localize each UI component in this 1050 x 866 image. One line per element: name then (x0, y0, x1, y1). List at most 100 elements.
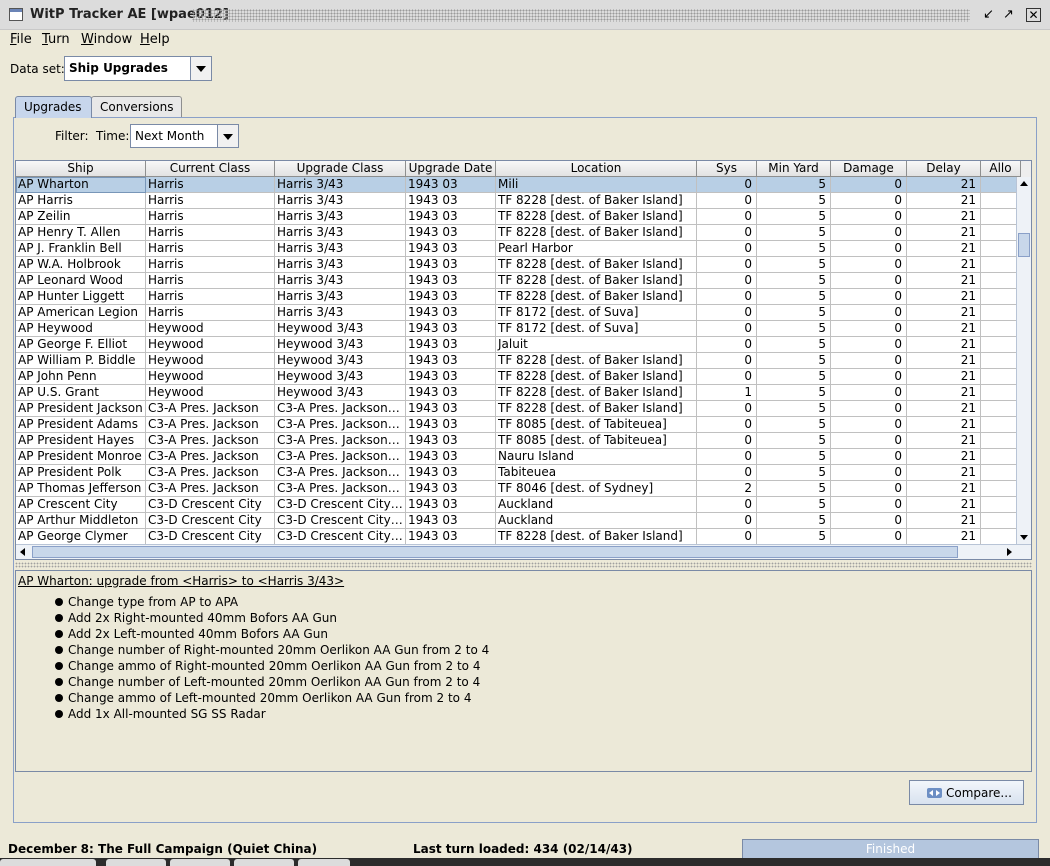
table-cell[interactable]: C3-A Pres. Jackson (146, 417, 275, 433)
table-cell[interactable]: AP John Penn (16, 369, 146, 385)
column-header[interactable]: Current Class (146, 161, 275, 177)
table-cell[interactable]: 21 (907, 449, 981, 465)
table-cell[interactable]: 21 (907, 193, 981, 209)
table-cell[interactable]: 1943 03 (406, 417, 496, 433)
table-cell[interactable]: Nauru Island (496, 449, 697, 465)
table-cell[interactable]: AP President Hayes (16, 433, 146, 449)
table-cell[interactable]: AP President Polk (16, 465, 146, 481)
table-cell[interactable]: 0 (697, 465, 757, 481)
table-cell[interactable] (981, 289, 1018, 305)
taskbar-button[interactable] (298, 859, 350, 866)
table-cell[interactable]: 1943 03 (406, 257, 496, 273)
table-cell[interactable]: 1943 03 (406, 289, 496, 305)
column-header[interactable]: Location (496, 161, 697, 177)
table-cell[interactable]: TF 8228 [dest. of Baker Island] (496, 369, 697, 385)
horizontal-scroll-thumb[interactable] (32, 546, 958, 558)
table-cell[interactable]: AP Hunter Liggett (16, 289, 146, 305)
table-cell[interactable]: 0 (697, 225, 757, 241)
table-cell[interactable]: C3-A Pres. Jackson 3... (275, 401, 406, 417)
table-cell[interactable]: 21 (907, 321, 981, 337)
chevron-down-icon[interactable] (190, 57, 211, 80)
table-cell[interactable]: Harris (146, 225, 275, 241)
table-cell[interactable]: 5 (757, 497, 831, 513)
table-cell[interactable]: 0 (697, 529, 757, 544)
taskbar-button[interactable] (106, 859, 166, 866)
vertical-scrollbar[interactable] (1016, 177, 1031, 544)
table-row[interactable]: AP Hunter Liggett Harris Harris 3/43 1943 0… (16, 289, 1018, 305)
vertical-scroll-thumb[interactable] (1018, 233, 1030, 257)
table-cell[interactable]: 0 (831, 465, 907, 481)
table-cell[interactable]: 5 (757, 481, 831, 497)
table-cell[interactable]: 0 (831, 369, 907, 385)
menu-file[interactable]: File (10, 32, 32, 47)
table-row[interactable]: AP Leonard Wood Harris Harris 3/43 1943 03 T… (16, 273, 1018, 289)
table-cell[interactable]: AP Harris (16, 193, 146, 209)
split-divider[interactable] (15, 562, 1032, 568)
table-cell[interactable]: 1943 03 (406, 449, 496, 465)
table-cell[interactable]: 0 (831, 321, 907, 337)
table-cell[interactable]: 1943 03 (406, 481, 496, 497)
table-row[interactable]: AP Henry T. Allen Harris Harris 3/43 1943 0… (16, 225, 1018, 241)
table-cell[interactable]: Auckland (496, 513, 697, 529)
table-cell[interactable]: AP Thomas Jefferson (16, 481, 146, 497)
table-cell[interactable]: C3-A Pres. Jackson (146, 481, 275, 497)
table-cell[interactable]: 0 (831, 385, 907, 401)
table-cell[interactable]: TF 8228 [dest. of Baker Island] (496, 193, 697, 209)
table-cell[interactable]: 0 (831, 449, 907, 465)
table-cell[interactable]: 2 (697, 481, 757, 497)
column-header[interactable]: Upgrade Date (406, 161, 496, 177)
table-cell[interactable]: AP William P. Biddle (16, 353, 146, 369)
table-cell[interactable]: 0 (831, 177, 907, 193)
table-cell[interactable]: 0 (831, 417, 907, 433)
scroll-left-icon[interactable] (16, 545, 30, 559)
table-cell[interactable]: 5 (757, 529, 831, 544)
table-cell[interactable]: 0 (697, 369, 757, 385)
table-cell[interactable]: C3-A Pres. Jackson (146, 465, 275, 481)
table-cell[interactable]: Heywood (146, 353, 275, 369)
table-cell[interactable]: Harris 3/43 (275, 177, 406, 193)
horizontal-scrollbar[interactable] (16, 544, 1031, 559)
table-cell[interactable]: 1943 03 (406, 353, 496, 369)
table-cell[interactable]: 5 (757, 321, 831, 337)
table-cell[interactable]: 5 (757, 177, 831, 193)
table-cell[interactable]: TF 8085 [dest. of Tabiteuea] (496, 433, 697, 449)
table-cell[interactable]: 1943 03 (406, 177, 496, 193)
table-cell[interactable]: 0 (697, 337, 757, 353)
table-row[interactable]: AP President Hayes C3-A Pres. Jackson C3-A… (16, 433, 1018, 449)
table-cell[interactable]: 21 (907, 401, 981, 417)
table-cell[interactable] (981, 385, 1018, 401)
table-cell[interactable]: TF 8228 [dest. of Baker Island] (496, 353, 697, 369)
table-cell[interactable]: Harris 3/43 (275, 225, 406, 241)
minimize-icon[interactable]: ↙ (981, 8, 996, 22)
table-cell[interactable]: C3-A Pres. Jackson 3... (275, 417, 406, 433)
table-cell[interactable]: AP Henry T. Allen (16, 225, 146, 241)
table-cell[interactable]: AP Leonard Wood (16, 273, 146, 289)
table-row[interactable]: AP Harris Harris Harris 3/43 1943 03 TF 8228… (16, 193, 1018, 209)
column-header[interactable]: Allo (981, 161, 1021, 177)
table-cell[interactable]: TF 8228 [dest. of Baker Island] (496, 225, 697, 241)
table-row[interactable]: AP Heywood Heywood Heywood 3/43 1943 03 TF 8… (16, 321, 1018, 337)
table-cell[interactable]: 0 (697, 513, 757, 529)
table-cell[interactable]: 1943 03 (406, 209, 496, 225)
column-header[interactable]: Delay (907, 161, 981, 177)
table-cell[interactable]: TF 8228 [dest. of Baker Island] (496, 289, 697, 305)
table-cell[interactable]: 21 (907, 273, 981, 289)
table-cell[interactable]: Heywood (146, 385, 275, 401)
table-cell[interactable]: Heywood 3/43 (275, 353, 406, 369)
table-cell[interactable]: TF 8172 [dest. of Suva] (496, 305, 697, 321)
table-cell[interactable]: Auckland (496, 497, 697, 513)
table-cell[interactable]: 21 (907, 289, 981, 305)
table-row[interactable]: AP Crescent City C3-D Crescent City C3-D C… (16, 497, 1018, 513)
table-cell[interactable]: Harris (146, 305, 275, 321)
table-cell[interactable]: AP President Adams (16, 417, 146, 433)
table-cell[interactable]: 1943 03 (406, 385, 496, 401)
table-cell[interactable]: 21 (907, 241, 981, 257)
table-cell[interactable]: TF 8085 [dest. of Tabiteuea] (496, 417, 697, 433)
table-cell[interactable]: Harris 3/43 (275, 209, 406, 225)
table-row[interactable]: AP John Penn Heywood Heywood 3/43 1943 03 TF… (16, 369, 1018, 385)
table-cell[interactable] (981, 465, 1018, 481)
table-cell[interactable]: 21 (907, 529, 981, 544)
table-cell[interactable]: Harris (146, 177, 275, 193)
time-select[interactable]: Next Month (130, 124, 239, 148)
table-cell[interactable]: Heywood (146, 321, 275, 337)
